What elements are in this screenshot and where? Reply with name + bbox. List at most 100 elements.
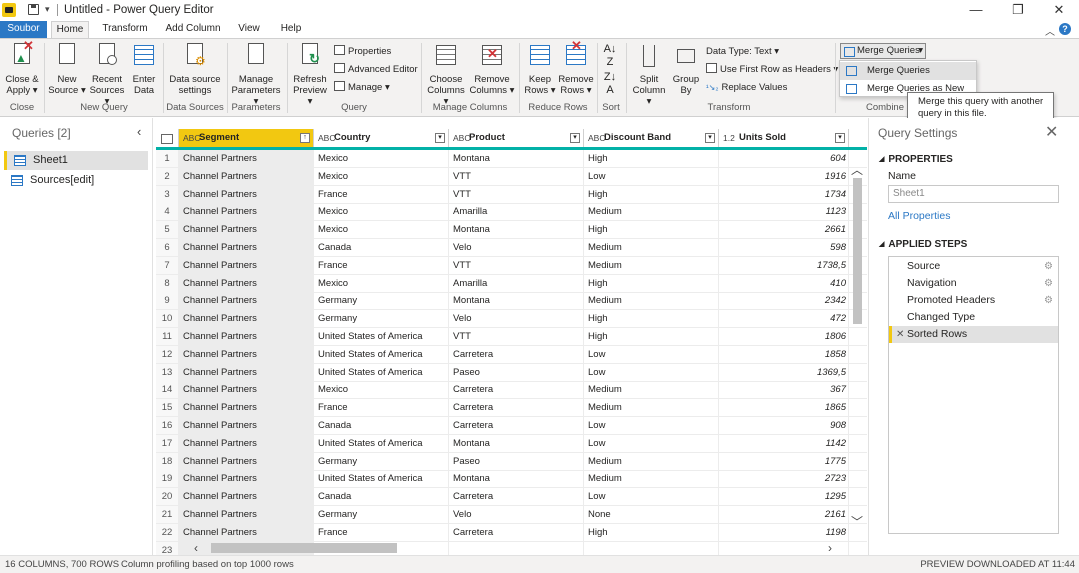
- choose-columns-button[interactable]: Choose Columns ▾: [424, 43, 468, 107]
- table-cell[interactable]: 1123: [719, 203, 849, 221]
- step-changed-type[interactable]: Changed Type: [889, 309, 1058, 326]
- table-cell[interactable]: Mexico: [314, 221, 449, 239]
- column-header[interactable]: ABC Product ▾: [449, 129, 584, 147]
- table-cell[interactable]: Medium: [584, 452, 719, 470]
- table-cell[interactable]: Low: [584, 434, 719, 452]
- table-row[interactable]: 18 Channel Partners Germany Paseo Medium 1775: [156, 452, 867, 471]
- vertical-scroll-thumb[interactable]: [853, 178, 862, 324]
- table-cell[interactable]: Channel Partners: [179, 167, 314, 185]
- table-cell[interactable]: Amarilla: [449, 203, 584, 221]
- table-cell[interactable]: Carretera: [449, 488, 584, 506]
- table-cell[interactable]: VTT: [449, 256, 584, 274]
- table-cell[interactable]: 2161: [719, 506, 849, 523]
- table-cell[interactable]: Channel Partners: [179, 381, 314, 399]
- table-cell[interactable]: 367: [719, 381, 849, 399]
- table-cell[interactable]: United States of America: [314, 363, 449, 381]
- table-cell[interactable]: Montana: [449, 292, 584, 310]
- table-cell[interactable]: Mexico: [314, 203, 449, 221]
- table-cell[interactable]: Montana: [449, 221, 584, 239]
- table-cell[interactable]: Carretera: [449, 345, 584, 363]
- table-row[interactable]: 7 Channel Partners France VTT Medium 1738,5: [156, 256, 867, 275]
- table-cell[interactable]: Mexico: [314, 381, 449, 399]
- column-header[interactable]: ABC Segment ↑: [179, 129, 314, 147]
- table-cell[interactable]: Low: [584, 488, 719, 506]
- column-filter-dropdown-icon[interactable]: ▾: [835, 133, 845, 143]
- table-cell[interactable]: France: [314, 185, 449, 203]
- table-cell[interactable]: Montana: [449, 434, 584, 452]
- table-cell[interactable]: France: [314, 399, 449, 417]
- table-cell[interactable]: Paseo: [449, 452, 584, 470]
- manage-button[interactable]: Manage ▾: [334, 81, 390, 95]
- table-cell[interactable]: Germany: [314, 452, 449, 470]
- tab-home[interactable]: Home: [51, 21, 89, 38]
- table-cell[interactable]: Channel Partners: [179, 150, 314, 167]
- table-cell[interactable]: Mexico: [314, 150, 449, 167]
- collapse-pane-icon[interactable]: ‹: [137, 124, 141, 139]
- table-row[interactable]: 17 Channel Partners United States of Ameri…: [156, 434, 867, 453]
- table-cell[interactable]: Mexico: [314, 167, 449, 185]
- column-type-icon[interactable]: ABC: [183, 129, 200, 147]
- table-cell[interactable]: High: [584, 185, 719, 203]
- help-icon[interactable]: ?: [1059, 23, 1071, 35]
- enter-data-button[interactable]: Enter Data: [128, 43, 160, 96]
- table-cell[interactable]: Low: [584, 167, 719, 185]
- horizontal-scroll-thumb[interactable]: [211, 543, 397, 553]
- table-cell[interactable]: Channel Partners: [179, 292, 314, 310]
- table-cell[interactable]: Medium: [584, 256, 719, 274]
- table-cell[interactable]: Germany: [314, 310, 449, 328]
- table-row[interactable]: 5 Channel Partners Mexico Montana High 2661: [156, 221, 867, 240]
- table-cell[interactable]: 1806: [719, 328, 849, 345]
- table-cell[interactable]: Channel Partners: [179, 523, 314, 541]
- table-cell[interactable]: 1295: [719, 488, 849, 506]
- table-row[interactable]: 11 Channel Partners United States of Ameri…: [156, 328, 867, 346]
- table-cell[interactable]: Medium: [584, 203, 719, 221]
- table-cell[interactable]: High: [584, 328, 719, 345]
- table-cell[interactable]: Montana: [449, 470, 584, 488]
- close-icon[interactable]: ✕: [1045, 122, 1058, 142]
- table-cell[interactable]: Channel Partners: [179, 328, 314, 345]
- table-row[interactable]: 13 Channel Partners United States of Ameri…: [156, 363, 867, 382]
- table-cell[interactable]: Channel Partners: [179, 417, 314, 434]
- table-cell[interactable]: High: [584, 150, 719, 167]
- menu-item-merge-queries[interactable]: Merge Queries: [840, 62, 976, 80]
- table-cell[interactable]: Canada: [314, 417, 449, 434]
- column-header[interactable]: 1.2 Units Sold ▾: [719, 129, 849, 147]
- table-cell[interactable]: Channel Partners: [179, 399, 314, 417]
- table-cell[interactable]: Montana: [449, 150, 584, 167]
- table-cell[interactable]: United States of America: [314, 470, 449, 488]
- table-cell[interactable]: 908: [719, 417, 849, 434]
- table-cell[interactable]: 1916: [719, 167, 849, 185]
- table-cell[interactable]: 1734: [719, 185, 849, 203]
- table-cell[interactable]: 1738,5: [719, 256, 849, 274]
- table-cell[interactable]: 1865: [719, 399, 849, 417]
- table-cell[interactable]: Canada: [314, 239, 449, 256]
- group-by-button[interactable]: Group By: [671, 43, 701, 96]
- table-cell[interactable]: Canada: [314, 488, 449, 506]
- table-cell[interactable]: Channel Partners: [179, 239, 314, 256]
- table-cell[interactable]: 2342: [719, 292, 849, 310]
- status-profiling[interactable]: Column profiling based on top 1000 rows: [121, 556, 294, 573]
- table-cell[interactable]: Channel Partners: [179, 452, 314, 470]
- tab-help[interactable]: Help: [275, 21, 307, 38]
- table-cell[interactable]: Paseo: [449, 363, 584, 381]
- table-row[interactable]: 9 Channel Partners Germany Montana Medium 234…: [156, 292, 867, 311]
- table-cell[interactable]: 410: [719, 274, 849, 292]
- table-cell[interactable]: Channel Partners: [179, 310, 314, 328]
- table-cell[interactable]: Carretera: [449, 399, 584, 417]
- table-cell[interactable]: Germany: [314, 506, 449, 523]
- column-filter-dropdown-icon[interactable]: ↑: [300, 133, 310, 143]
- column-type-icon[interactable]: 1.2: [723, 129, 735, 147]
- table-row[interactable]: 15 Channel Partners France Carretera Medium 1…: [156, 399, 867, 418]
- table-cell[interactable]: 1858: [719, 345, 849, 363]
- manage-parameters-button[interactable]: Manage Parameters ▾: [229, 43, 283, 107]
- table-cell[interactable]: Carretera: [449, 381, 584, 399]
- query-item-sources[interactable]: Sources[edit]: [4, 171, 148, 190]
- table-cell[interactable]: Channel Partners: [179, 221, 314, 239]
- table-cell[interactable]: Velo: [449, 239, 584, 256]
- table-row[interactable]: 19 Channel Partners United States of Ameri…: [156, 470, 867, 489]
- table-cell[interactable]: Velo: [449, 310, 584, 328]
- table-row[interactable]: 14 Channel Partners Mexico Carretera Medium 3…: [156, 381, 867, 400]
- table-cell[interactable]: 1369,5: [719, 363, 849, 381]
- column-header[interactable]: ABC Discount Band ▾: [584, 129, 719, 147]
- step-source[interactable]: Source ⚙: [889, 258, 1058, 275]
